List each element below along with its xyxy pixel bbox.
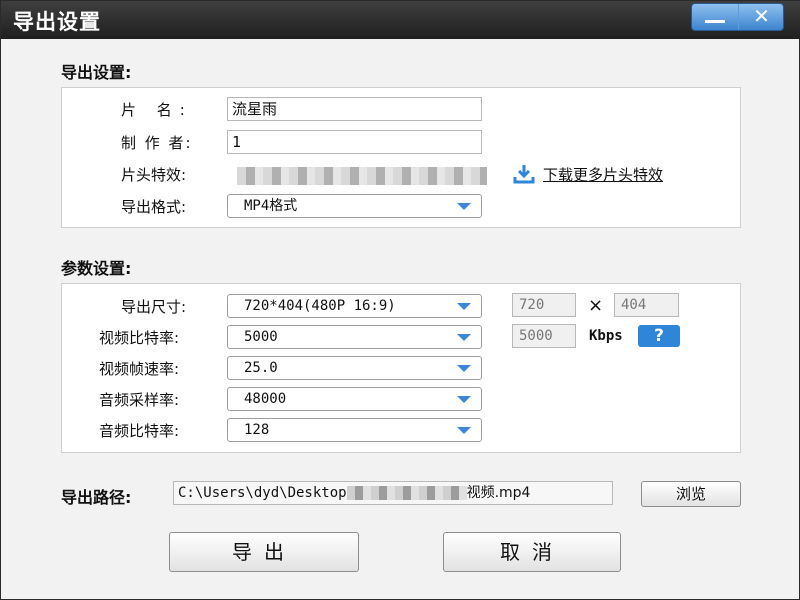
author-input[interactable]: 1 xyxy=(227,130,482,154)
format-select[interactable]: MP4格式 xyxy=(227,194,482,218)
sample-rate-value: 48000 xyxy=(244,391,287,407)
kbps-unit: Kbps xyxy=(589,328,623,344)
size-label: 导出尺寸: xyxy=(121,298,187,316)
path-redacted xyxy=(346,486,467,500)
sample-rate-label: 音频采样率: xyxy=(99,391,180,409)
frame-rate-value: 25.0 xyxy=(244,360,278,376)
close-button[interactable]: ✕ xyxy=(738,4,784,30)
param-section-title: 参数设置: xyxy=(61,259,132,278)
export-path-suffix: 视频.mp4 xyxy=(466,485,531,501)
audio-bitrate-label: 音频比特率: xyxy=(99,422,180,440)
export-section-title: 导出设置: xyxy=(61,63,132,82)
browse-button[interactable]: 浏览 xyxy=(641,481,741,507)
format-label: 导出格式: xyxy=(121,198,187,216)
minimize-icon xyxy=(705,20,725,23)
author-label: 制 作 者: xyxy=(121,134,193,152)
export-path-label: 导出路径: xyxy=(61,488,132,507)
format-value: MP4格式 xyxy=(244,198,298,214)
export-path-input[interactable]: C:\Users\dyd\Desktop 视频.mp4 xyxy=(173,481,613,505)
name-input[interactable]: 流星雨 xyxy=(227,97,482,121)
intro-effect-label: 片头特效: xyxy=(121,166,187,184)
sample-rate-select[interactable]: 48000 xyxy=(227,387,482,411)
chevron-down-icon xyxy=(457,203,471,210)
help-button[interactable]: ? xyxy=(638,325,680,347)
cancel-button[interactable]: 取消 xyxy=(443,532,621,572)
height-input[interactable]: 404 xyxy=(614,293,679,317)
intro-effect-select[interactable] xyxy=(237,167,487,185)
width-input[interactable]: 720 xyxy=(512,293,576,317)
size-select[interactable]: 720*404(480P 16:9) xyxy=(227,294,482,318)
minimize-button[interactable] xyxy=(692,4,738,30)
download-more-intro-link[interactable]: 下载更多片头特效 xyxy=(543,164,663,185)
dialog-title: 导出设置 xyxy=(13,10,101,34)
video-bitrate-value: 5000 xyxy=(244,329,278,345)
frame-rate-select[interactable]: 25.0 xyxy=(227,356,482,380)
chevron-down-icon xyxy=(457,427,471,434)
chevron-down-icon xyxy=(457,303,471,310)
custom-bitrate-input[interactable]: 5000 xyxy=(512,324,576,348)
size-value: 720*404(480P 16:9) xyxy=(244,298,396,314)
download-icon[interactable] xyxy=(513,164,535,184)
export-path-prefix: C:\Users\dyd\Desktop xyxy=(178,485,347,501)
frame-rate-label: 视频帧速率: xyxy=(99,360,180,378)
title-bar[interactable]: 导出设置 ✕ xyxy=(1,1,800,39)
name-label: 片 名: xyxy=(121,101,193,119)
audio-bitrate-select[interactable]: 128 xyxy=(227,418,482,442)
video-bitrate-label: 视频比特率: xyxy=(99,329,180,347)
window-controls: ✕ xyxy=(691,3,784,31)
chevron-down-icon xyxy=(457,365,471,372)
chevron-down-icon xyxy=(457,396,471,403)
times-sign: × xyxy=(588,295,604,316)
video-bitrate-select[interactable]: 5000 xyxy=(227,325,482,349)
audio-bitrate-value: 128 xyxy=(244,422,270,438)
help-icon: ? xyxy=(654,326,664,346)
chevron-down-icon xyxy=(457,334,471,341)
export-button[interactable]: 导出 xyxy=(169,532,359,572)
close-icon: ✕ xyxy=(753,4,770,28)
export-dialog: 导出设置 ✕ 导出设置: 片 名: 流星雨 制 作 者: 1 片头特效: 下载更… xyxy=(0,0,800,600)
